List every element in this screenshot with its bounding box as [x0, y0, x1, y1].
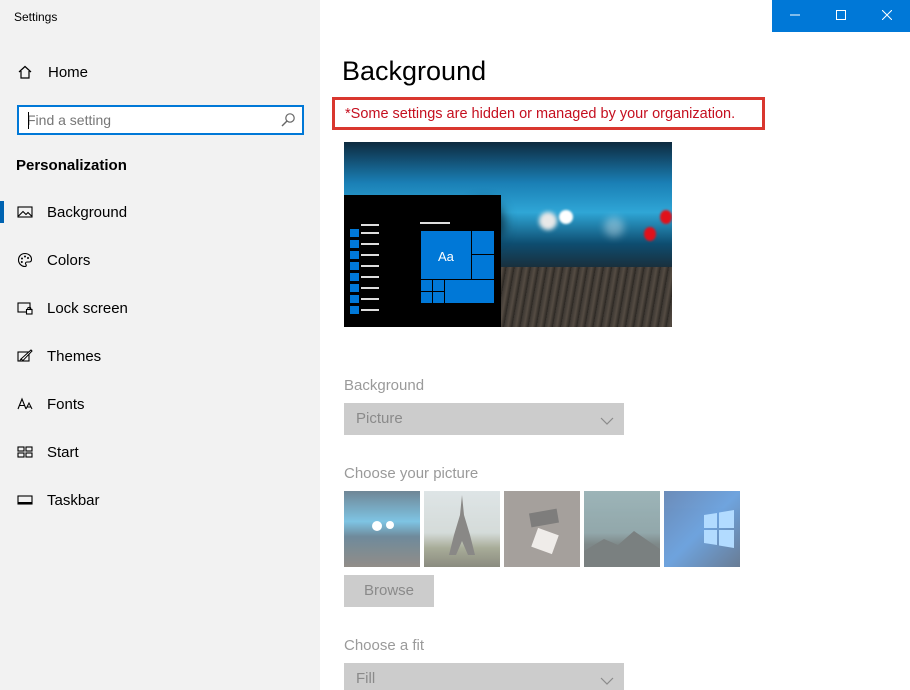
chevron-down-icon: [600, 413, 614, 425]
taskbar-icon: [16, 491, 34, 509]
choose-fit-dropdown[interactable]: Fill: [344, 663, 624, 690]
preview-list-square: [350, 251, 359, 259]
sidebar-item-label: Themes: [47, 347, 102, 365]
managed-notice-text: *Some settings are hidden or managed by …: [345, 106, 736, 122]
home-label: Home: [48, 63, 89, 81]
sidebar-item-background[interactable]: Background: [0, 192, 320, 232]
thumbnail-bokeh-light: [372, 521, 382, 531]
close-button[interactable]: [864, 0, 910, 32]
sidebar-item-start[interactable]: Start: [0, 432, 320, 472]
preview-tiles: Aa: [420, 230, 495, 315]
mountain-shape: [584, 531, 660, 567]
section-heading: Personalization: [16, 157, 127, 174]
picture-thumbnail-eiffel[interactable]: [424, 491, 500, 567]
preview-large-tile: Aa: [420, 230, 472, 280]
preview-bokeh: [660, 210, 672, 224]
preview-tile: [444, 279, 495, 304]
preview-tile: [471, 230, 495, 255]
eiffel-tower-shape: [449, 495, 475, 555]
preview-bokeh: [604, 217, 624, 237]
home-icon: [16, 63, 34, 81]
palette-icon: [16, 251, 34, 269]
preview-list-square: [350, 229, 359, 237]
home-nav-item[interactable]: Home: [0, 52, 320, 92]
sidebar-item-label: Colors: [47, 251, 91, 269]
background-type-label: Background: [344, 377, 425, 394]
chevron-down-icon: [600, 673, 614, 685]
browse-button[interactable]: Browse: [344, 575, 434, 607]
background-type-value: Picture: [356, 410, 403, 427]
preview-list-square: [350, 262, 359, 270]
preview-list-line: [361, 309, 379, 311]
page-title: Background: [342, 56, 487, 86]
close-icon: [881, 7, 893, 25]
preview-list-line: [361, 265, 379, 267]
picture-thumbnail-windows[interactable]: [664, 491, 740, 567]
preview-tile: [471, 254, 495, 280]
windows-logo-shape: [704, 510, 734, 548]
preview-list-line: [361, 243, 379, 245]
thumbnail-object: [528, 508, 560, 528]
choose-fit-value: Fill: [356, 670, 376, 687]
choose-picture-label: Choose your picture: [344, 465, 479, 482]
settings-window: Settings Home Personalization Background: [0, 0, 910, 690]
sidebar-item-label: Lock screen: [47, 299, 128, 317]
sidebar-item-themes[interactable]: Themes: [0, 336, 320, 376]
managed-notice: *Some settings are hidden or managed by …: [332, 97, 765, 130]
preview-start-menu: Aa: [344, 195, 501, 327]
sidebar: Settings Home Personalization Background: [0, 0, 320, 690]
preview-list-line: [361, 254, 379, 256]
preview-list-square: [350, 295, 359, 303]
sidebar-item-label: Fonts: [47, 395, 85, 413]
maximize-icon: [836, 7, 846, 25]
preview-list-line: [361, 287, 379, 289]
preview-bokeh: [559, 210, 573, 224]
app-title: Settings: [14, 10, 58, 24]
picture-thumbnail-bokeh[interactable]: [344, 491, 420, 567]
preview-list-line: [361, 232, 379, 234]
themes-icon: [16, 347, 34, 365]
thumbnail-object: [531, 527, 559, 555]
lock-screen-icon: [16, 299, 34, 317]
thumbnail-bokeh-light: [386, 521, 394, 529]
maximize-button[interactable]: [818, 0, 864, 32]
fonts-icon: [16, 395, 34, 413]
text-cursor: [28, 112, 29, 129]
search-input[interactable]: [27, 111, 277, 129]
preview-list-square: [350, 306, 359, 314]
preview-list-line: [361, 276, 379, 278]
sidebar-item-label: Start: [47, 443, 79, 461]
preview-tile-label: Aa: [438, 249, 454, 264]
minimize-button[interactable]: [772, 0, 818, 32]
start-icon: [16, 443, 34, 461]
preview-list-square: [350, 240, 359, 248]
preview-list-line: [361, 298, 379, 300]
sidebar-item-taskbar[interactable]: Taskbar: [0, 480, 320, 520]
title-bar-controls: [772, 0, 910, 32]
preview-bokeh: [539, 212, 557, 230]
sidebar-item-label: Taskbar: [47, 491, 100, 509]
background-preview: Aa: [344, 142, 672, 327]
sidebar-item-colors[interactable]: Colors: [0, 240, 320, 280]
search-box[interactable]: [17, 105, 304, 135]
preview-list-square: [350, 273, 359, 281]
preview-list-square: [350, 284, 359, 292]
minimize-icon: [790, 7, 800, 25]
sidebar-item-lock-screen[interactable]: Lock screen: [0, 288, 320, 328]
picture-icon: [16, 203, 34, 221]
choose-fit-label: Choose a fit: [344, 637, 425, 654]
sidebar-item-fonts[interactable]: Fonts: [0, 384, 320, 424]
preview-list-line: [361, 224, 379, 226]
preview-bokeh: [644, 227, 656, 241]
picture-thumbnail-flowers[interactable]: [504, 491, 580, 567]
background-type-dropdown[interactable]: Picture: [344, 403, 624, 435]
search-icon[interactable]: [280, 112, 296, 128]
sidebar-item-label: Background: [47, 203, 128, 221]
picture-thumbnail-mountain[interactable]: [584, 491, 660, 567]
preview-tiles-header: [420, 222, 450, 224]
